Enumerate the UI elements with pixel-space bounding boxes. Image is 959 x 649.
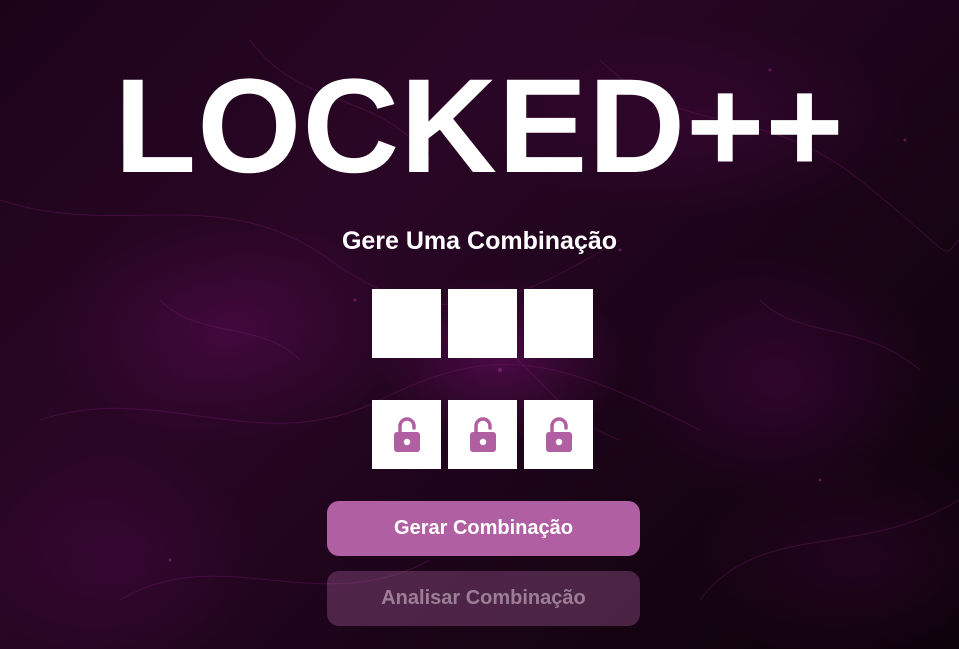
unlocked-padlock-icon (393, 416, 420, 452)
lock-toggles (372, 400, 595, 469)
generate-combination-button[interactable]: Gerar Combinação (327, 501, 640, 556)
lock-toggle-3[interactable] (524, 400, 593, 469)
page-subtitle: Gere Uma Combinação (341, 227, 618, 255)
lock-toggle-1[interactable] (372, 400, 441, 469)
unlocked-padlock-icon (545, 416, 572, 452)
app-title: LOCKED++ (114, 52, 845, 201)
digit-slot-1 (372, 289, 441, 358)
analyze-combination-button[interactable]: Analisar Combinação (327, 571, 640, 626)
combination-digits (372, 289, 595, 358)
unlocked-padlock-icon (469, 416, 496, 452)
digit-slot-3 (524, 289, 593, 358)
lock-toggle-2[interactable] (448, 400, 517, 469)
digit-slot-2 (448, 289, 517, 358)
